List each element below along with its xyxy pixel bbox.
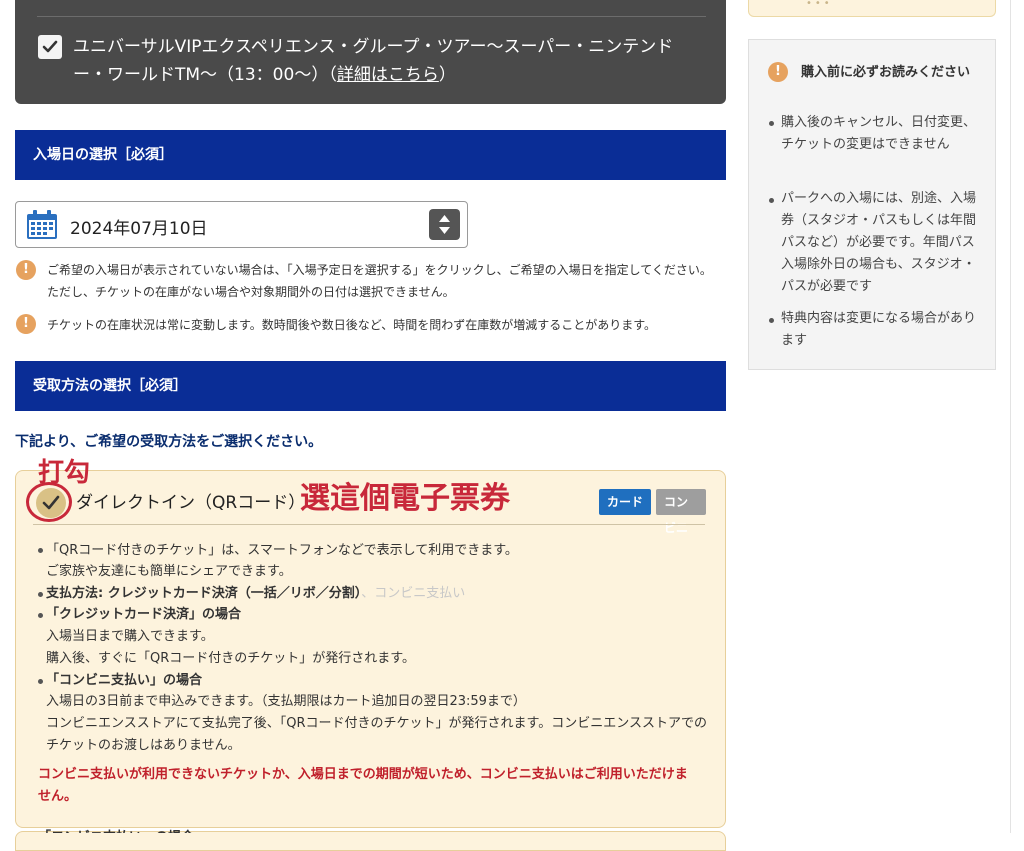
divider bbox=[33, 524, 705, 525]
divider bbox=[37, 16, 706, 17]
next-option-card[interactable] bbox=[15, 831, 726, 851]
option-line: 購入後、すぐに「QRコード付きのチケット」が発行されます。 bbox=[46, 651, 415, 666]
tour-checkbox[interactable] bbox=[38, 35, 62, 59]
option-line: コンビニエンスストアにて支払完了後、「QRコード付きのチケット」が発行されます。… bbox=[46, 716, 707, 731]
calendar-icon bbox=[27, 210, 57, 239]
checkmark-icon bbox=[42, 40, 58, 53]
badge-card: カード bbox=[599, 489, 652, 515]
option-line: ご家族や友達にも簡単にシェアできます。 bbox=[46, 564, 292, 579]
updown-chevron-icon bbox=[439, 215, 450, 234]
option-line: 「QRコード付きのチケット」は、スマートフォンなどで表示して利用できます。 bbox=[46, 543, 518, 558]
bullet bbox=[38, 548, 43, 553]
entry-date-select[interactable]: 2024年07月10日 bbox=[15, 201, 468, 248]
sidebar-top-card bbox=[748, 0, 996, 17]
sidebar-item: パークへの入場には、別途、入場券（スタジオ・パスもしくは年間パスなど）が必要です… bbox=[781, 191, 977, 294]
sidebar-item: 購入後のキャンセル、日付変更、チケットの変更はできません bbox=[781, 115, 977, 152]
selected-date: 2024年07月10日 bbox=[70, 219, 208, 239]
before-purchase-box: ! 購入前に必ずお読みください 購入後のキャンセル、日付変更、チケットの変更はで… bbox=[748, 39, 996, 370]
entry-date-header: 入場日の選択［必須］ bbox=[15, 130, 726, 180]
option-line: チケットのお渡しはありません。 bbox=[46, 738, 241, 753]
bullet bbox=[769, 121, 774, 126]
sidebar-item: 特典内容は変更になる場合があります bbox=[781, 311, 977, 348]
annotation-circle bbox=[26, 482, 72, 522]
bullet bbox=[38, 679, 43, 684]
bullet bbox=[769, 318, 774, 323]
warning-icon: ! bbox=[768, 62, 788, 82]
details-link[interactable]: 詳細はこちら bbox=[337, 65, 439, 85]
tour-title: ユニバーサルVIPエクスペリエンス・グループ・ツアー～スーパー・ニンテンドー・ワ… bbox=[73, 37, 674, 85]
option-title: ダイレクトイン（QRコード） bbox=[76, 493, 306, 513]
entry-date-note-2: チケットの在庫状況は常に変動します。数時間後や数日後など、時間を問わず在庫数が増… bbox=[47, 318, 657, 332]
dots-icon: ••• bbox=[806, 0, 833, 9]
bullet bbox=[38, 592, 43, 597]
option-line: 入場当日まで購入できます。 bbox=[46, 629, 214, 644]
select-arrows[interactable] bbox=[429, 209, 460, 240]
receive-method-instruction: 下記より、ご希望の受取方法をご選択ください。 bbox=[15, 434, 323, 450]
warning-icon: ! bbox=[16, 314, 36, 334]
bullet bbox=[769, 198, 774, 203]
receive-method-header: 受取方法の選択［必須］ bbox=[15, 361, 726, 411]
annotation-pick-label: 選這個電子票券 bbox=[300, 481, 510, 516]
option-line: 入場日の3日前まで申込みできます。（支払期限はカート追加日の翌日23:59まで） bbox=[46, 694, 526, 709]
warning-icon: ! bbox=[16, 260, 36, 280]
badge-konbini: コンビニ bbox=[656, 489, 706, 535]
page-edge bbox=[1010, 0, 1011, 833]
next-option-heading: 「コンビニ支払い」の場合 bbox=[38, 826, 194, 833]
bullet bbox=[38, 613, 43, 618]
konbini-unavailable-note: コンビニ支払いが利用できないチケットか、入場日までの期間が短いため、コンビニ支払… bbox=[38, 767, 688, 804]
before-purchase-title: 購入前に必ずお読みください bbox=[801, 65, 971, 80]
payment-method-line: 支払方法: クレジットカード決済（一括／リボ／分割）、コンビニ支払い bbox=[46, 586, 466, 601]
option-subheading: 「クレジットカード決済」の場合 bbox=[46, 607, 242, 622]
selected-tour-card: ユニバーサルVIPエクスペリエンス・グループ・ツアー～スーパー・ニンテンドー・ワ… bbox=[15, 0, 726, 104]
entry-date-note-1: ご希望の入場日が表示されていない場合は、「入場予定日を選択する」をクリックし、ご… bbox=[47, 263, 712, 299]
option-subheading: 「コンビニ支払い」の場合 bbox=[46, 673, 203, 688]
